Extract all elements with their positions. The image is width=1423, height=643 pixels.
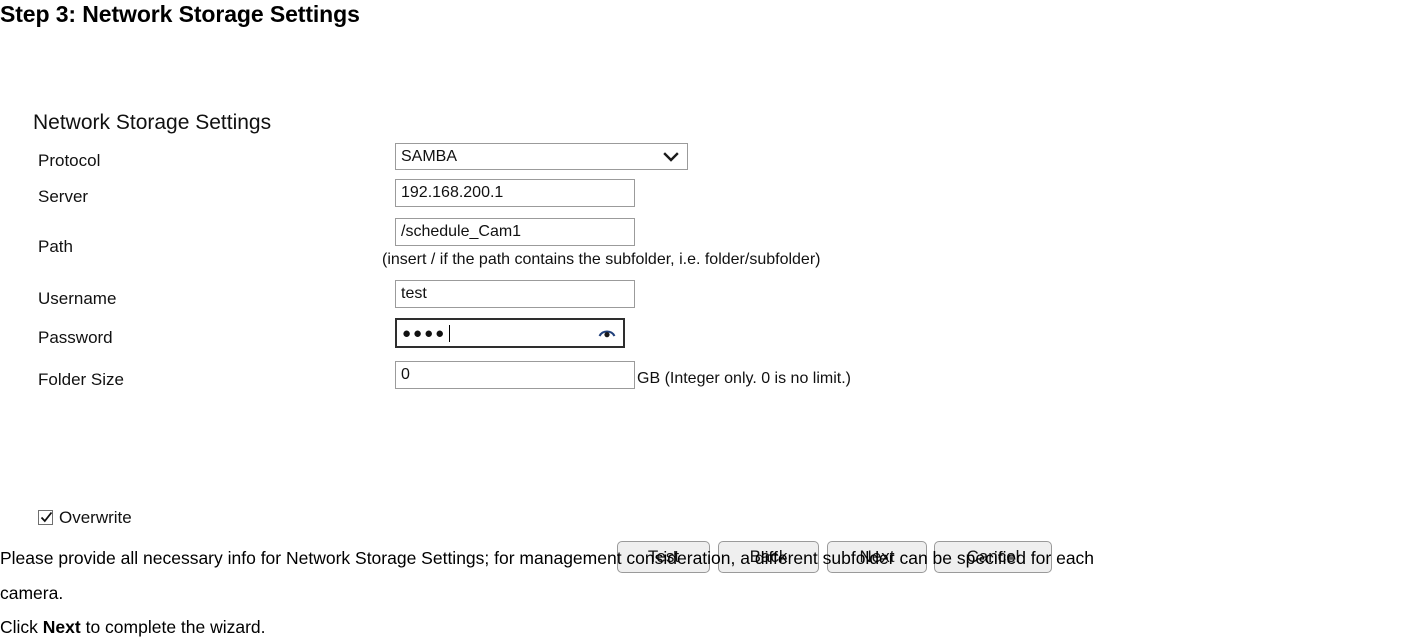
path-input-value: /schedule_Cam1 (401, 223, 522, 240)
label-path: Path (38, 237, 73, 256)
username-input[interactable]: test (395, 280, 635, 308)
path-hint: (insert / if the path contains the subfo… (382, 251, 821, 268)
body-paragraph-line1: Please provide all necessary info for Ne… (0, 548, 1095, 568)
overwrite-checkbox[interactable] (38, 510, 53, 525)
body-instruction: Click Next to complete the wizard. (0, 612, 266, 642)
instruction-suffix: to complete the wizard. (80, 617, 266, 637)
server-input[interactable]: 192.168.200.1 (395, 179, 635, 207)
username-input-value: test (401, 285, 427, 302)
protocol-select-value: SAMBA (401, 147, 458, 165)
overwrite-label: Overwrite (59, 508, 132, 527)
text-cursor (449, 324, 451, 342)
label-username: Username (38, 289, 117, 308)
label-password: Password (38, 328, 113, 347)
protocol-select[interactable]: SAMBA (395, 143, 688, 170)
password-input-value: ●●●● (402, 324, 447, 342)
folder-size-input[interactable]: 0 (395, 361, 635, 389)
folder-size-unit-hint: GB (Integer only. 0 is no limit.) (637, 370, 851, 387)
instruction-bold: Next (42, 617, 81, 637)
eye-icon[interactable] (597, 325, 617, 341)
password-input[interactable]: ●●●● (395, 318, 625, 348)
label-protocol: Protocol (38, 151, 101, 170)
page-title: Step 3: Network Storage Settings (0, 1, 360, 27)
label-server: Server (38, 187, 89, 206)
instruction-prefix: Click (0, 617, 43, 637)
path-input[interactable]: /schedule_Cam1 (395, 218, 635, 246)
server-input-value: 192.168.200.1 (401, 184, 504, 201)
panel-title: Network Storage Settings (33, 111, 272, 134)
label-folder-size: Folder Size (38, 370, 124, 389)
body-paragraph-line2: camera. (0, 583, 64, 603)
overwrite-checkbox-row[interactable]: Overwrite (38, 508, 132, 527)
folder-size-input-value: 0 (401, 366, 410, 383)
chevron-down-icon (663, 151, 679, 162)
network-storage-settings-panel: Network Storage Settings Protocol SAMBA … (0, 104, 1100, 573)
